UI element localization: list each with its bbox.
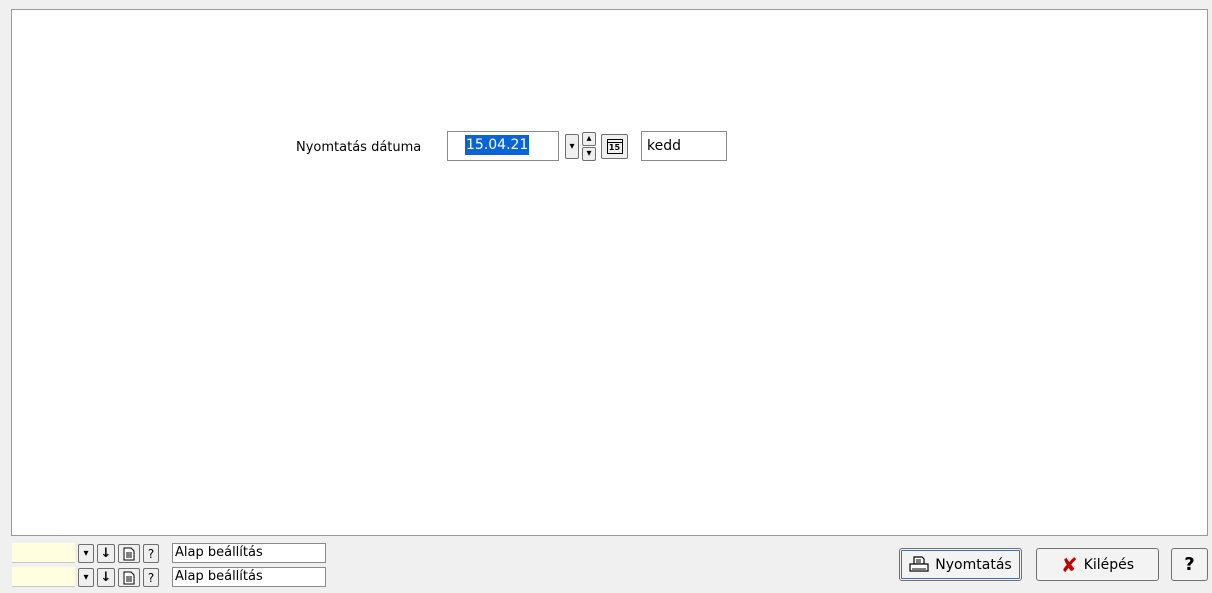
setting-help-button[interactable]: ? (143, 544, 159, 563)
spin-up-button[interactable]: ▴ (582, 132, 596, 146)
setting-save-button[interactable] (118, 568, 140, 587)
calendar-button[interactable]: 15 (601, 134, 628, 159)
print-date-label: Nyomtatás dátuma (296, 140, 422, 155)
spin-up-icon: ▴ (586, 133, 592, 144)
document-icon (123, 571, 135, 584)
print-date-value[interactable]: 15.04.21 (465, 135, 530, 155)
setting-name-field[interactable]: Alap beállítás (172, 567, 326, 587)
footer-setting-row-2: ▾ ↓ ? Alap beállítás (12, 566, 327, 588)
main-panel (11, 9, 1208, 536)
arrow-down-icon: ↓ (100, 570, 112, 585)
print-button-label: Nyomtatás (935, 556, 1012, 573)
exit-button[interactable]: ✘ Kilépés (1036, 548, 1159, 581)
print-button[interactable]: Nyomtatás (899, 548, 1022, 581)
date-dropdown-button[interactable]: ▾ (565, 134, 579, 159)
help-button[interactable]: ? (1171, 548, 1208, 581)
setting-code-field[interactable] (12, 543, 75, 563)
chevron-down-icon: ▾ (569, 140, 575, 152)
close-x-icon: ✘ (1060, 552, 1078, 577)
printer-icon (909, 555, 929, 574)
document-icon (123, 547, 135, 560)
setting-load-button[interactable]: ↓ (97, 544, 115, 563)
print-date-input[interactable]: 15.04.21 (447, 131, 559, 161)
footer-setting-row-1: ▾ ↓ ? Alap beállítás (12, 542, 327, 564)
help-icon: ? (147, 570, 155, 585)
setting-name-field[interactable]: Alap beállítás (172, 543, 326, 563)
help-icon: ? (1184, 554, 1195, 575)
chevron-down-icon: ▾ (83, 547, 89, 559)
arrow-down-icon: ↓ (100, 546, 112, 561)
setting-dropdown-button[interactable]: ▾ (78, 568, 94, 587)
setting-dropdown-button[interactable]: ▾ (78, 544, 94, 563)
exit-button-label: Kilépés (1083, 556, 1135, 573)
help-icon: ? (147, 546, 155, 561)
chevron-down-icon: ▾ (83, 571, 89, 583)
spin-down-icon: ▾ (586, 148, 592, 159)
date-spinner[interactable]: ▴ ▾ (582, 132, 596, 161)
calendar-icon: 15 (606, 139, 623, 154)
setting-save-button[interactable] (118, 544, 140, 563)
spin-down-button[interactable]: ▾ (582, 147, 596, 161)
day-of-week-field[interactable]: kedd (641, 131, 727, 161)
setting-load-button[interactable]: ↓ (97, 568, 115, 587)
setting-code-field[interactable] (12, 567, 75, 587)
setting-help-button[interactable]: ? (143, 568, 159, 587)
